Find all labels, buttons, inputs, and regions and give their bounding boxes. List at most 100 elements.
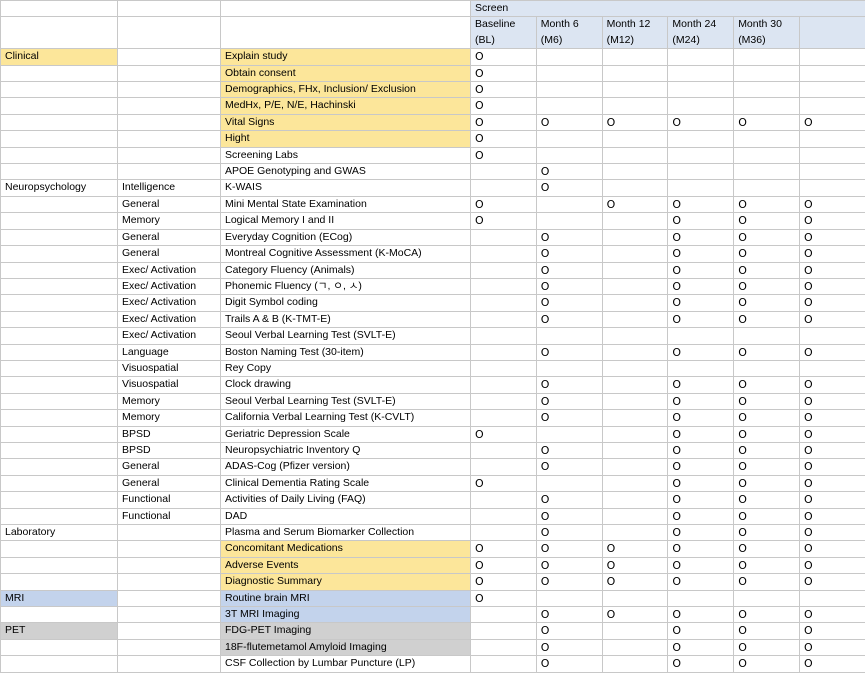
table-row: MemorySeoul Verbal Learning Test (SVLT-E… (1, 393, 865, 409)
visit-marker-cell-filled: O (799, 574, 865, 590)
visit-marker-cell-filled: O (668, 377, 734, 393)
row-assessment-cell: Hight (221, 131, 471, 147)
visit-marker-cell-filled: O (471, 196, 537, 212)
row-domain-cell: Clinical (1, 49, 118, 65)
visit-marker-cell-empty (602, 147, 668, 163)
visit-marker-cell-empty (471, 328, 537, 344)
visit-marker-cell-empty (799, 98, 865, 114)
visit-marker-cell-empty (536, 147, 602, 163)
visit-marker-cell-empty (471, 180, 537, 196)
visit-marker-cell-empty (536, 49, 602, 65)
row-assessment-cell: Everyday Cognition (ECog) (221, 229, 471, 245)
row-assessment-cell: ADAS-Cog (Pfizer version) (221, 459, 471, 475)
visit-marker-cell-filled: O (799, 311, 865, 327)
header-visit-month30 (799, 17, 865, 49)
visit-marker-cell-empty (602, 213, 668, 229)
row-domain-cell (1, 114, 118, 130)
visit-marker-cell-empty (799, 147, 865, 163)
row-domain-cell (1, 131, 118, 147)
row-domain-cell (1, 459, 118, 475)
visit-marker-cell-filled: O (668, 656, 734, 672)
visit-marker-cell-empty (734, 147, 800, 163)
visit-marker-cell-filled: O (471, 426, 537, 442)
visit-marker-cell-filled: O (471, 590, 537, 606)
visit-marker-cell-empty (602, 525, 668, 541)
visit-marker-cell-empty (668, 360, 734, 376)
header-corner-item (221, 1, 471, 17)
row-assessment-cell: Trails A & B (K-TMT-E) (221, 311, 471, 327)
visit-marker-cell-filled: O (734, 508, 800, 524)
visit-marker-cell-filled: O (799, 607, 865, 623)
visit-marker-cell-empty (734, 49, 800, 65)
visit-marker-cell-filled: O (471, 65, 537, 81)
visit-marker-cell-filled: O (668, 393, 734, 409)
visit-marker-cell-filled: O (536, 541, 602, 557)
visit-marker-cell-empty (471, 623, 537, 639)
row-assessment-cell: Diagnostic Summary (221, 574, 471, 590)
visit-marker-cell-filled: O (799, 541, 865, 557)
visit-marker-cell-filled: O (536, 393, 602, 409)
row-assessment-cell: Adverse Events (221, 557, 471, 573)
visit-marker-cell-filled: O (536, 442, 602, 458)
visit-marker-cell-filled: O (602, 557, 668, 573)
visit-header-line: (M24) (672, 34, 699, 46)
visit-marker-cell-filled: O (734, 213, 800, 229)
visit-marker-cell-filled: O (734, 639, 800, 655)
row-assessment-cell: 18F-flutemetamol Amyloid Imaging (221, 639, 471, 655)
row-domain-cell (1, 246, 118, 262)
visit-marker-cell-empty (602, 360, 668, 376)
visit-marker-cell-filled: O (734, 295, 800, 311)
visit-marker-cell-empty (602, 328, 668, 344)
visit-marker-cell-empty (602, 475, 668, 491)
visit-marker-cell-filled: O (536, 344, 602, 360)
table-row: APOE Genotyping and GWASO (1, 164, 865, 180)
visit-marker-cell-empty (602, 164, 668, 180)
visit-marker-cell-empty (602, 410, 668, 426)
visit-header-line: Month 24 (672, 18, 716, 30)
row-subdomain-cell: Memory (118, 410, 221, 426)
visit-marker-cell-filled: O (471, 475, 537, 491)
visit-marker-cell-empty (602, 98, 668, 114)
visit-marker-cell-filled: O (536, 607, 602, 623)
table-row: HightO (1, 131, 865, 147)
visit-marker-cell-filled: O (668, 639, 734, 655)
visit-marker-cell-filled: O (668, 459, 734, 475)
visit-marker-cell-filled: O (536, 492, 602, 508)
visit-marker-cell-filled: O (471, 541, 537, 557)
visit-marker-cell-empty (799, 131, 865, 147)
visit-marker-cell-filled: O (471, 213, 537, 229)
visit-marker-cell-filled: O (799, 377, 865, 393)
header-visit-band: Screen (471, 1, 865, 17)
visit-marker-cell-filled: O (799, 344, 865, 360)
row-assessment-cell: Explain study (221, 49, 471, 65)
visit-marker-cell-empty (536, 196, 602, 212)
visit-marker-cell-empty (668, 131, 734, 147)
row-assessment-cell: Activities of Daily Living (FAQ) (221, 492, 471, 508)
visit-marker-cell-empty (471, 377, 537, 393)
visit-marker-cell-empty (471, 525, 537, 541)
visit-marker-cell-empty (602, 344, 668, 360)
row-subdomain-cell: General (118, 229, 221, 245)
row-subdomain-cell (118, 590, 221, 606)
visit-marker-cell-filled: O (668, 623, 734, 639)
visit-marker-cell-empty (734, 131, 800, 147)
visit-marker-cell-filled: O (602, 541, 668, 557)
visit-marker-cell-empty (799, 590, 865, 606)
visit-marker-cell-filled: O (799, 492, 865, 508)
visit-marker-cell-filled: O (668, 196, 734, 212)
visit-marker-cell-empty (602, 508, 668, 524)
visit-marker-cell-empty (471, 262, 537, 278)
row-subdomain-cell (118, 607, 221, 623)
visit-marker-cell-filled: O (536, 656, 602, 672)
visit-marker-cell-filled: O (668, 213, 734, 229)
visit-marker-cell-empty (536, 475, 602, 491)
row-subdomain-cell: General (118, 475, 221, 491)
row-assessment-cell: Logical Memory I and II (221, 213, 471, 229)
row-domain-cell (1, 426, 118, 442)
visit-marker-cell-empty (471, 410, 537, 426)
row-assessment-cell: Digit Symbol coding (221, 295, 471, 311)
header-visit-month6: Month 12(M12) (602, 17, 668, 49)
visit-marker-cell-empty (602, 590, 668, 606)
row-subdomain-cell: Exec/ Activation (118, 262, 221, 278)
row-assessment-cell: Screening Labs (221, 147, 471, 163)
